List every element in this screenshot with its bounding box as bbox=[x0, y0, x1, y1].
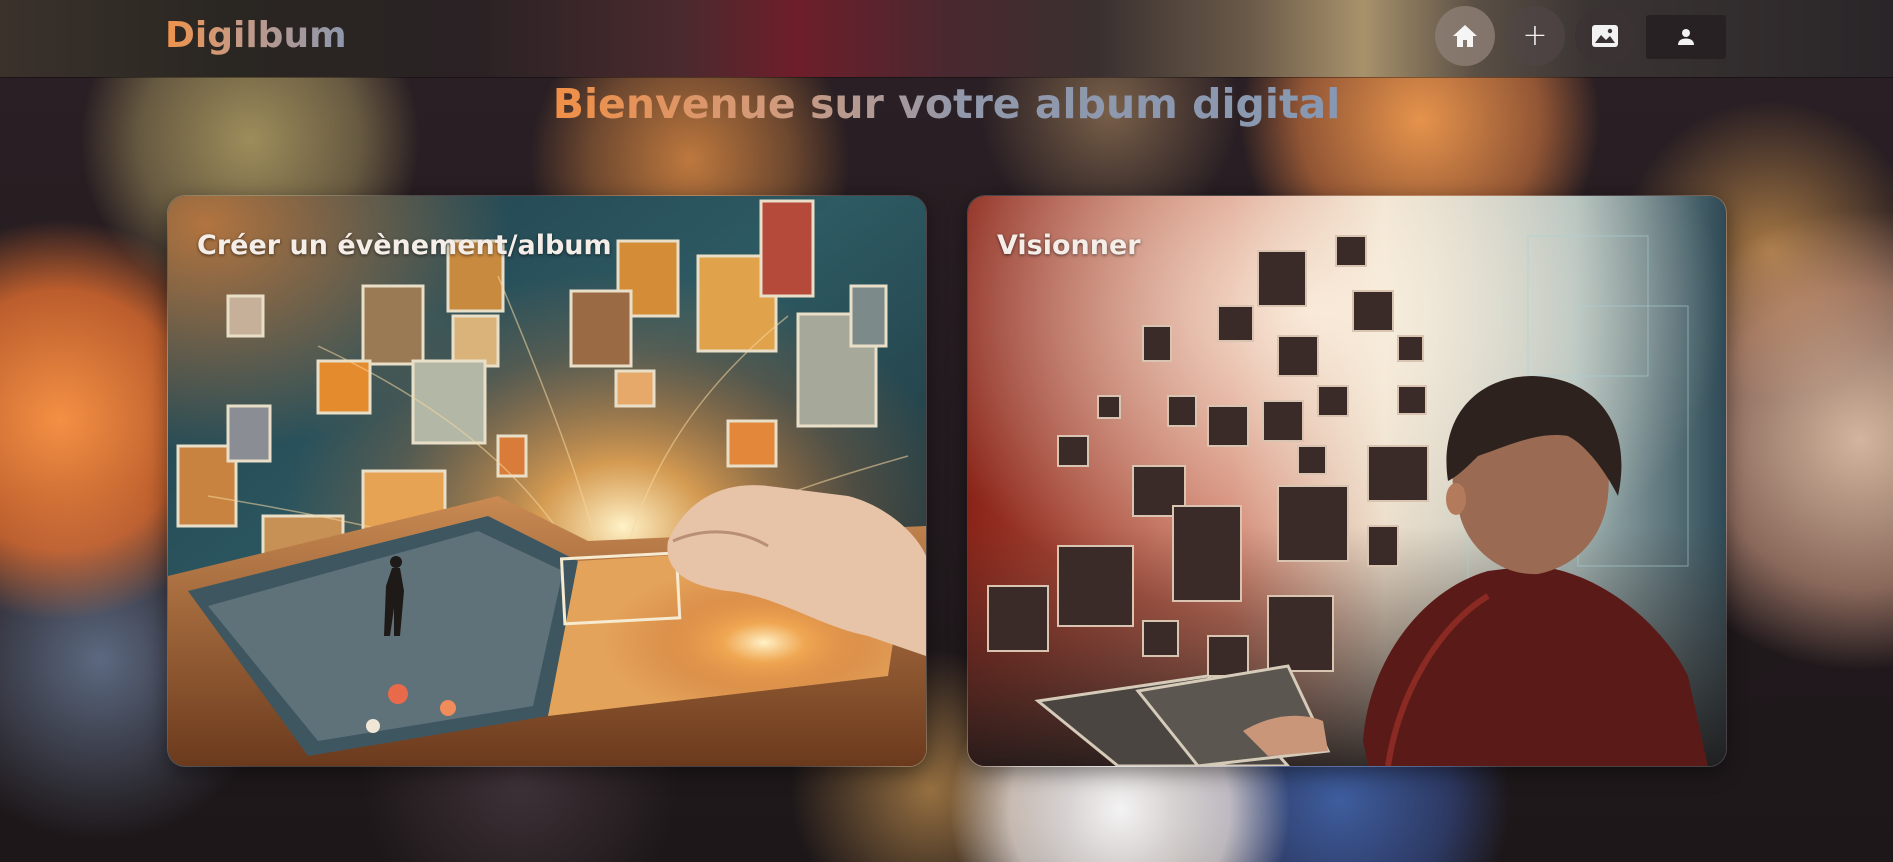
create-album-card[interactable]: Créer un évènement/album bbox=[167, 195, 927, 767]
navbar: Digilbum + bbox=[0, 0, 1893, 77]
home-button[interactable] bbox=[1435, 6, 1495, 66]
account-button[interactable] bbox=[1646, 15, 1726, 59]
boy-viewing-photos-image bbox=[968, 196, 1726, 766]
home-icon bbox=[1453, 25, 1477, 47]
image-icon bbox=[1592, 25, 1618, 47]
view-albums-label: Visionner bbox=[997, 230, 1141, 261]
page-title: Bienvenue sur votre album digital bbox=[0, 74, 1893, 134]
view-albums-card[interactable]: Visionner bbox=[967, 195, 1727, 767]
create-album-label: Créer un évènement/album bbox=[197, 230, 612, 261]
plus-icon: + bbox=[1522, 18, 1548, 53]
brand-logo[interactable]: Digilbum bbox=[165, 12, 347, 60]
page-title-text: Bienvenue sur votre album digital bbox=[552, 80, 1341, 128]
open-book-floating-photos-image bbox=[168, 196, 926, 766]
add-button[interactable]: + bbox=[1505, 6, 1565, 66]
gallery-button[interactable] bbox=[1575, 6, 1635, 66]
user-icon bbox=[1678, 29, 1694, 45]
